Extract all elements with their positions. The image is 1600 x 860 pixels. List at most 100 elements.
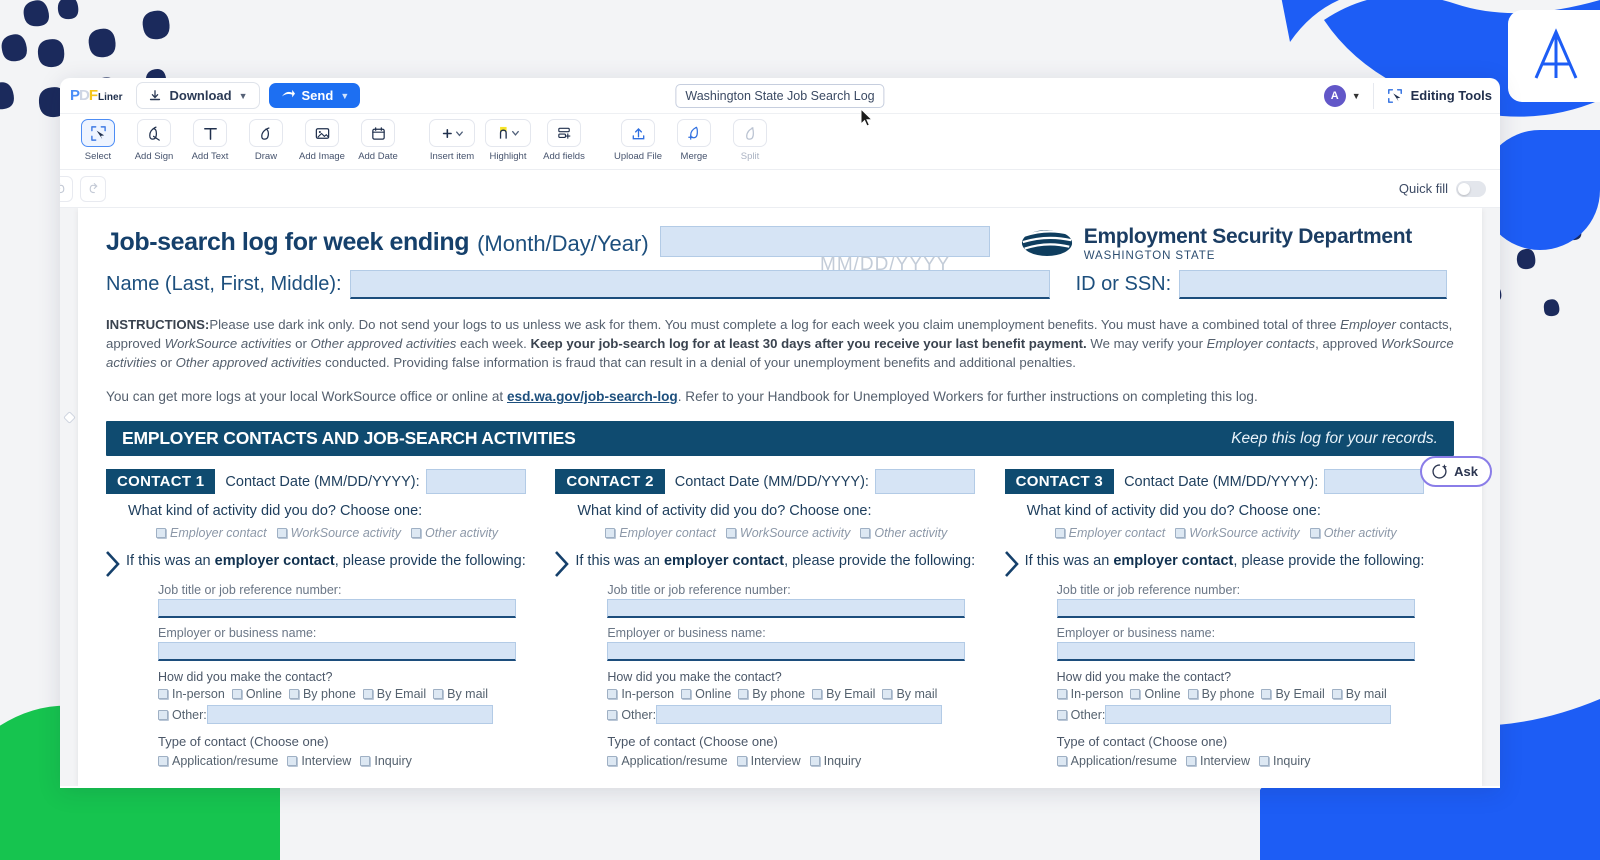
other-input[interactable] [1105,705,1392,725]
employer-name-label: Employer or business name: [607,626,766,641]
checkbox-inquiry[interactable]: Inquiry [1259,754,1311,768]
download-button[interactable]: Download ▼ [136,82,260,109]
job-title-input[interactable] [158,599,516,619]
checkbox-online[interactable]: Online [1130,687,1181,701]
checkbox-interview[interactable]: Interview [736,754,801,768]
other-input[interactable] [656,705,943,725]
tool-label: Insert item [429,151,475,162]
quick-fill-control[interactable]: Quick fill [1399,180,1486,197]
checkbox-other[interactable] [1056,709,1067,720]
checkbox-by-mail[interactable]: By mail [882,687,937,701]
checkbox-by-email[interactable]: By Email [812,687,875,701]
plus-icon [429,119,475,147]
tool-add-image[interactable]: Add Image [294,118,350,162]
tool-highlight[interactable]: Highlight [480,118,536,162]
tool-merge[interactable]: Merge [666,118,722,162]
document-title-field[interactable]: Washington State Job Search Log [675,84,885,108]
other-input[interactable] [206,705,493,725]
checkbox-by-mail[interactable]: By mail [1331,687,1387,701]
tool-label: Add Sign [134,151,174,162]
contact-date-label: Contact Date (MM/DD/YYYY): [225,473,420,490]
checkbox-application-resume[interactable]: Application/resume [1056,754,1177,768]
job-title-input[interactable] [607,599,966,619]
redo-button[interactable] [80,175,106,202]
highlighter-icon [485,119,531,147]
instructions-em-employer-contacts: Employer contacts [1206,336,1316,352]
checkbox-online[interactable]: Online [681,687,731,701]
id-ssn-input[interactable] [1179,270,1448,299]
tool-draw[interactable]: Draw [238,118,294,162]
checkbox-by-email[interactable]: By Email [1261,687,1325,701]
checkbox-other-activity[interactable]: Other activity [411,526,498,540]
contacts-container: CONTACT 1 Contact Date (MM/DD/YYYY): Wha… [106,469,1454,768]
checkbox-other[interactable] [158,709,168,720]
employer-name-input[interactable] [1056,642,1415,662]
tool-select[interactable]: Select [70,118,126,162]
checkbox-worksource-activity[interactable]: WorkSource activity [725,526,850,540]
esd-link[interactable]: esd.wa.gov/job-search-log [507,389,678,404]
tool-upload-file[interactable]: Upload File [610,118,666,162]
instructions-text-g: or [156,355,176,371]
chevron-down-icon[interactable]: ▼ [239,91,248,101]
checkbox-interview[interactable]: Interview [1185,754,1250,768]
activity-choices: Employer contact WorkSource activity Oth… [605,526,994,540]
document-canvas: Job-search log for week ending (Month/Da… [60,208,1500,786]
tool-insert-item[interactable]: Insert item [424,118,480,162]
editing-tools-button[interactable]: Editing Tools [1374,88,1492,104]
checkbox-application-resume[interactable]: Application/resume [607,754,728,768]
contact-date-input[interactable] [425,469,526,495]
checkbox-by-phone[interactable]: By phone [738,687,805,701]
checkbox-other-activity[interactable]: Other activity [1309,526,1397,540]
chevron-down-icon[interactable]: ▼ [1352,91,1361,101]
other-contact-method: Other: [1056,705,1444,725]
checkbox-online[interactable]: Online [231,687,282,701]
chevron-down-icon[interactable]: ▼ [340,91,349,101]
pdf-page[interactable]: Job-search log for week ending (Month/Da… [78,208,1492,786]
undo-button[interactable] [60,175,73,202]
checkbox-other[interactable] [607,709,618,720]
tool-add-date[interactable]: Add Date [350,118,406,162]
more-logs-text-b: . Refer to your Handbook for Unemployed … [677,389,1258,405]
how-contact-label: How did you make the contact? [158,670,333,685]
contact-date-input[interactable] [874,469,975,495]
banner-note: Keep this log for your records. [1231,429,1438,447]
contact-date-input[interactable] [1324,469,1425,495]
checkbox-in-person[interactable]: In-person [607,687,674,701]
tool-add-text[interactable]: Add Text [182,118,238,162]
id-ssn-label: ID or SSN: [1075,273,1172,295]
instructions-bold-warning: Keep your job-search log for at least 30… [530,336,1087,352]
employer-name-input[interactable] [158,642,516,662]
checkbox-in-person[interactable]: In-person [158,687,225,701]
checkbox-inquiry[interactable]: Inquiry [809,754,861,768]
ask-ai-button[interactable]: Ask [1420,456,1492,487]
checkbox-by-phone[interactable]: By phone [1187,687,1254,701]
job-title-input[interactable] [1056,599,1415,619]
checkbox-worksource-activity[interactable]: WorkSource activity [276,526,401,540]
tool-split[interactable]: Split [722,118,778,162]
page-resize-handle[interactable] [63,411,76,424]
more-logs-paragraph: You can get more logs at your local Work… [106,389,1454,404]
checkbox-worksource-activity[interactable]: WorkSource activity [1175,526,1300,540]
checkbox-employer-contact[interactable]: Employer contact [605,526,716,540]
checkbox-application-resume[interactable]: Application/resume [158,754,278,768]
checkbox-by-phone[interactable]: By phone [288,687,356,701]
avatar[interactable]: A [1323,84,1346,107]
tool-add-sign[interactable]: Add Sign [126,118,182,162]
employer-name-input[interactable] [607,642,966,662]
checkbox-by-mail[interactable]: By mail [433,687,488,701]
checkbox-in-person[interactable]: In-person [1056,687,1123,701]
checkbox-employer-contact[interactable]: Employer contact [1054,526,1165,540]
week-ending-date-field[interactable] [659,226,990,257]
send-button[interactable]: Send ▼ [268,83,361,108]
checkbox-by-email[interactable]: By Email [362,687,426,701]
employer-contact-prompt: If this was an employer contact, please … [575,553,976,570]
tool-add-fields[interactable]: Add fields [536,118,592,162]
checkbox-employer-contact[interactable]: Employer contact [156,526,267,540]
app-logo[interactable]: PDF Liner [70,87,122,104]
contact-badge: CONTACT 2 [555,469,665,495]
checkbox-interview[interactable]: Interview [287,754,351,768]
account-menu[interactable]: A ▼ [1323,82,1374,109]
quick-fill-toggle[interactable] [1456,180,1486,197]
checkbox-other-activity[interactable]: Other activity [860,526,947,540]
checkbox-inquiry[interactable]: Inquiry [360,754,412,768]
